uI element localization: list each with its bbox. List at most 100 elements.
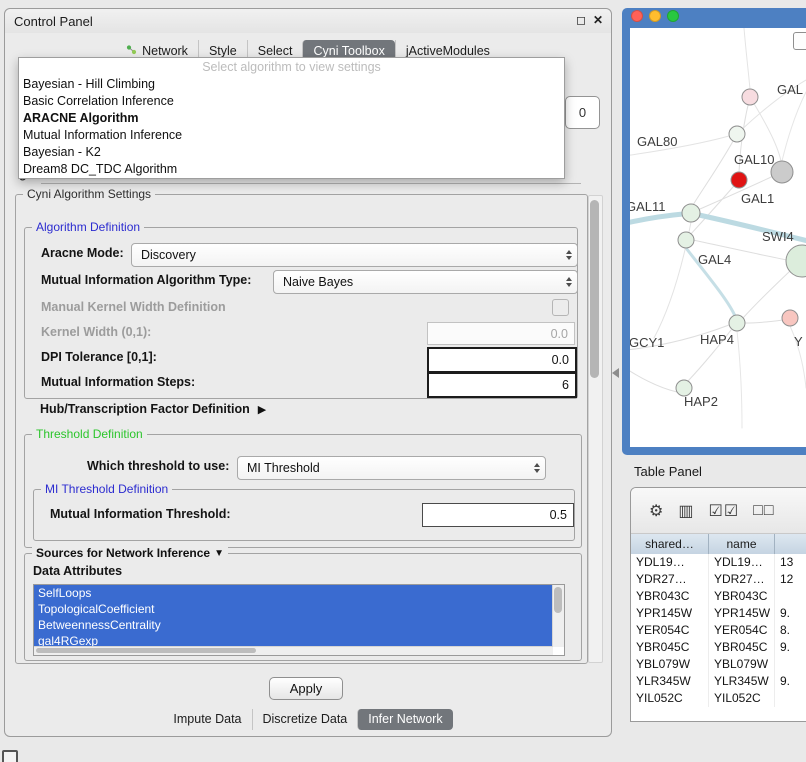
dpi-tolerance-value: 0.0 (552, 353, 569, 367)
algorithm-definition-group: Algorithm Definition Aracne Mode: Discov… (24, 227, 578, 399)
table-cell: YPR145W (709, 605, 775, 622)
settings-vertical-scrollbar[interactable] (588, 195, 603, 663)
table-row[interactable]: YDL19…YDL19…13 (631, 554, 806, 571)
list-vertical-scrollbar[interactable] (552, 585, 564, 647)
algorithm-dropdown-placeholder[interactable]: Select algorithm to view settings (19, 58, 564, 76)
control-panel-titlebar[interactable]: Control Panel ◻ ✕ (5, 9, 611, 33)
mi-steps-input[interactable]: 6 (427, 372, 577, 398)
dpi-tolerance-input[interactable]: 0.0 (427, 347, 577, 373)
select-rows-icon[interactable]: ☑☑ (708, 501, 739, 521)
list-horizontal-scrollbar[interactable] (34, 646, 553, 655)
hub-definition-label: Hub/Transcription Factor Definition (40, 402, 250, 416)
partial-spinner-value: 0 (579, 105, 586, 120)
minimize-traffic-light-icon[interactable] (649, 10, 661, 22)
table-row[interactable]: YLR345WYLR345W9. (631, 673, 806, 690)
algorithm-option-bayesian-hill-climbing[interactable]: Bayesian - Hill Climbing (19, 76, 564, 93)
birdseye-view-box[interactable] (793, 32, 806, 50)
table-row[interactable]: YBR043CYBR043C (631, 588, 806, 605)
float-window-icon[interactable]: ◻ (576, 13, 586, 27)
apply-button[interactable]: Apply (269, 677, 343, 700)
network-node-top-pink[interactable] (742, 89, 758, 105)
algorithm-option-basic-correlation-inference[interactable]: Basic Correlation Inference (19, 93, 564, 110)
table-row[interactable]: YIL052CYIL052C (631, 690, 806, 707)
hub-definition-toggle[interactable]: Hub/Transcription Factor Definition ▶ (40, 402, 266, 416)
partial-spinner-field[interactable]: 0 (565, 96, 600, 129)
network-node-gal1[interactable] (682, 204, 700, 222)
cyni-settings-group-title: Cyni Algorithm Settings (23, 187, 155, 201)
scrollbar-thumb[interactable] (554, 587, 562, 613)
column-header-name[interactable]: name (709, 534, 775, 554)
network-edge[interactable] (693, 134, 737, 205)
mi-steps-value: 6 (562, 378, 569, 392)
attribute-item-selfloops[interactable]: SelfLoops (34, 585, 553, 601)
table-row[interactable]: YPR145WYPR145W9. (631, 605, 806, 622)
column-header-shared[interactable]: shared… (631, 534, 709, 554)
kernel-width-input[interactable]: 0.0 (427, 322, 575, 345)
network-canvas[interactable]: GALGAL80GAL10GAL11GAL1SWI4GAL4GCY1HAP4YH… (630, 28, 806, 447)
attribute-item-betweennesscentrality[interactable]: BetweennessCentrality (34, 617, 553, 633)
table-row[interactable]: YER054CYER054C8. (631, 622, 806, 639)
settings-gear-icon[interactable]: ⚙ (649, 501, 664, 521)
algorithm-option-mutual-information-inference[interactable]: Mutual Information Inference (19, 127, 564, 144)
restore-panel-icon[interactable] (2, 750, 18, 762)
kernel-width-label: Kernel Width (0,1): (41, 325, 151, 339)
attribute-item-gal4rgexp[interactable]: gal4RGexp (34, 633, 553, 647)
zoom-traffic-light-icon[interactable] (667, 10, 679, 22)
scrollbar-thumb[interactable] (36, 648, 256, 653)
data-attributes-list-container: SelfLoopsTopologicalCoefficientBetweenne… (33, 584, 565, 656)
manual-kernel-width-checkbox[interactable] (552, 299, 569, 316)
table-cell: 9. (775, 673, 806, 690)
scrollbar-thumb[interactable] (590, 200, 599, 378)
sources-group: Sources for Network Inference ▼ Data Att… (24, 553, 582, 661)
table-row[interactable]: YBR045CYBR045C9. (631, 639, 806, 656)
traffic-lights (631, 9, 685, 27)
algorithm-option-bayesian-k2[interactable]: Bayesian - K2 (19, 144, 564, 161)
aracne-mode-select[interactable]: Discovery (131, 243, 578, 267)
network-edge[interactable] (737, 331, 742, 428)
mi-threshold-input[interactable]: 0.5 (422, 503, 574, 527)
node-label-hap2: HAP2 (684, 394, 718, 409)
column-selector-icon[interactable]: ▥ (678, 501, 694, 521)
network-edge[interactable] (743, 271, 790, 318)
table-row[interactable]: YDR27…YDR27…12 (631, 571, 806, 588)
network-node-gal4[interactable] (678, 232, 694, 248)
sources-group-title: Sources for Network Inference (36, 546, 210, 560)
splitter-collapse-icon[interactable] (612, 368, 619, 378)
node-label-hap4: HAP4 (700, 332, 734, 347)
tab-impute-data[interactable]: Impute Data (163, 709, 251, 730)
node-label-gal4: GAL4 (698, 252, 731, 267)
network-edge[interactable] (630, 366, 677, 392)
dpi-tolerance-label: DPI Tolerance [0,1]: (41, 350, 157, 364)
network-edge[interactable] (630, 214, 683, 224)
network-node-gal80[interactable] (729, 126, 745, 142)
node-label-gal: GAL (777, 82, 803, 97)
close-traffic-light-icon[interactable] (631, 10, 643, 22)
close-window-icon[interactable]: ✕ (593, 13, 603, 27)
network-node-right-salmon[interactable] (782, 310, 798, 326)
sources-group-toggle[interactable]: Sources for Network Inference ▼ (32, 546, 228, 560)
network-edge[interactable] (744, 28, 750, 89)
network-edge[interactable] (782, 92, 806, 161)
mi-algorithm-type-select[interactable]: Naive Bayes (273, 270, 578, 294)
network-window-titlebar[interactable] (622, 8, 806, 28)
which-threshold-select[interactable]: MI Threshold (237, 456, 546, 480)
algorithm-option-aracne-algorithm[interactable]: ARACNE Algorithm (19, 110, 564, 127)
table-row[interactable]: YBL079WYBL079W (631, 656, 806, 673)
network-view-window: GALGAL80GAL10GAL11GAL1SWI4GAL4GCY1HAP4YH… (622, 8, 806, 455)
network-node-hap4[interactable] (729, 315, 745, 331)
deselect-rows-icon[interactable]: □□ (753, 502, 774, 520)
table-cell: YPR145W (631, 605, 709, 622)
algorithm-option-dream8-dc-tdc-algorithm[interactable]: Dream8 DC_TDC Algorithm (19, 161, 564, 178)
obscured-groupbox-edge (41, 183, 581, 184)
network-node-gal10-red[interactable] (731, 172, 747, 188)
mi-threshold-definition-title: MI Threshold Definition (41, 482, 172, 496)
combo-stepper-icon (534, 463, 540, 473)
table-cell: YDL19… (631, 554, 709, 571)
table-cell: YDR27… (631, 571, 709, 588)
attribute-item-topologicalcoefficient[interactable]: TopologicalCoefficient (34, 601, 553, 617)
table-cell: YIL052C (631, 690, 709, 707)
tab-discretize-data[interactable]: Discretize Data (252, 709, 358, 730)
tab-infer-network[interactable]: Infer Network (357, 709, 452, 730)
column-header-col2[interactable] (775, 534, 806, 554)
network-edge[interactable] (745, 320, 783, 323)
